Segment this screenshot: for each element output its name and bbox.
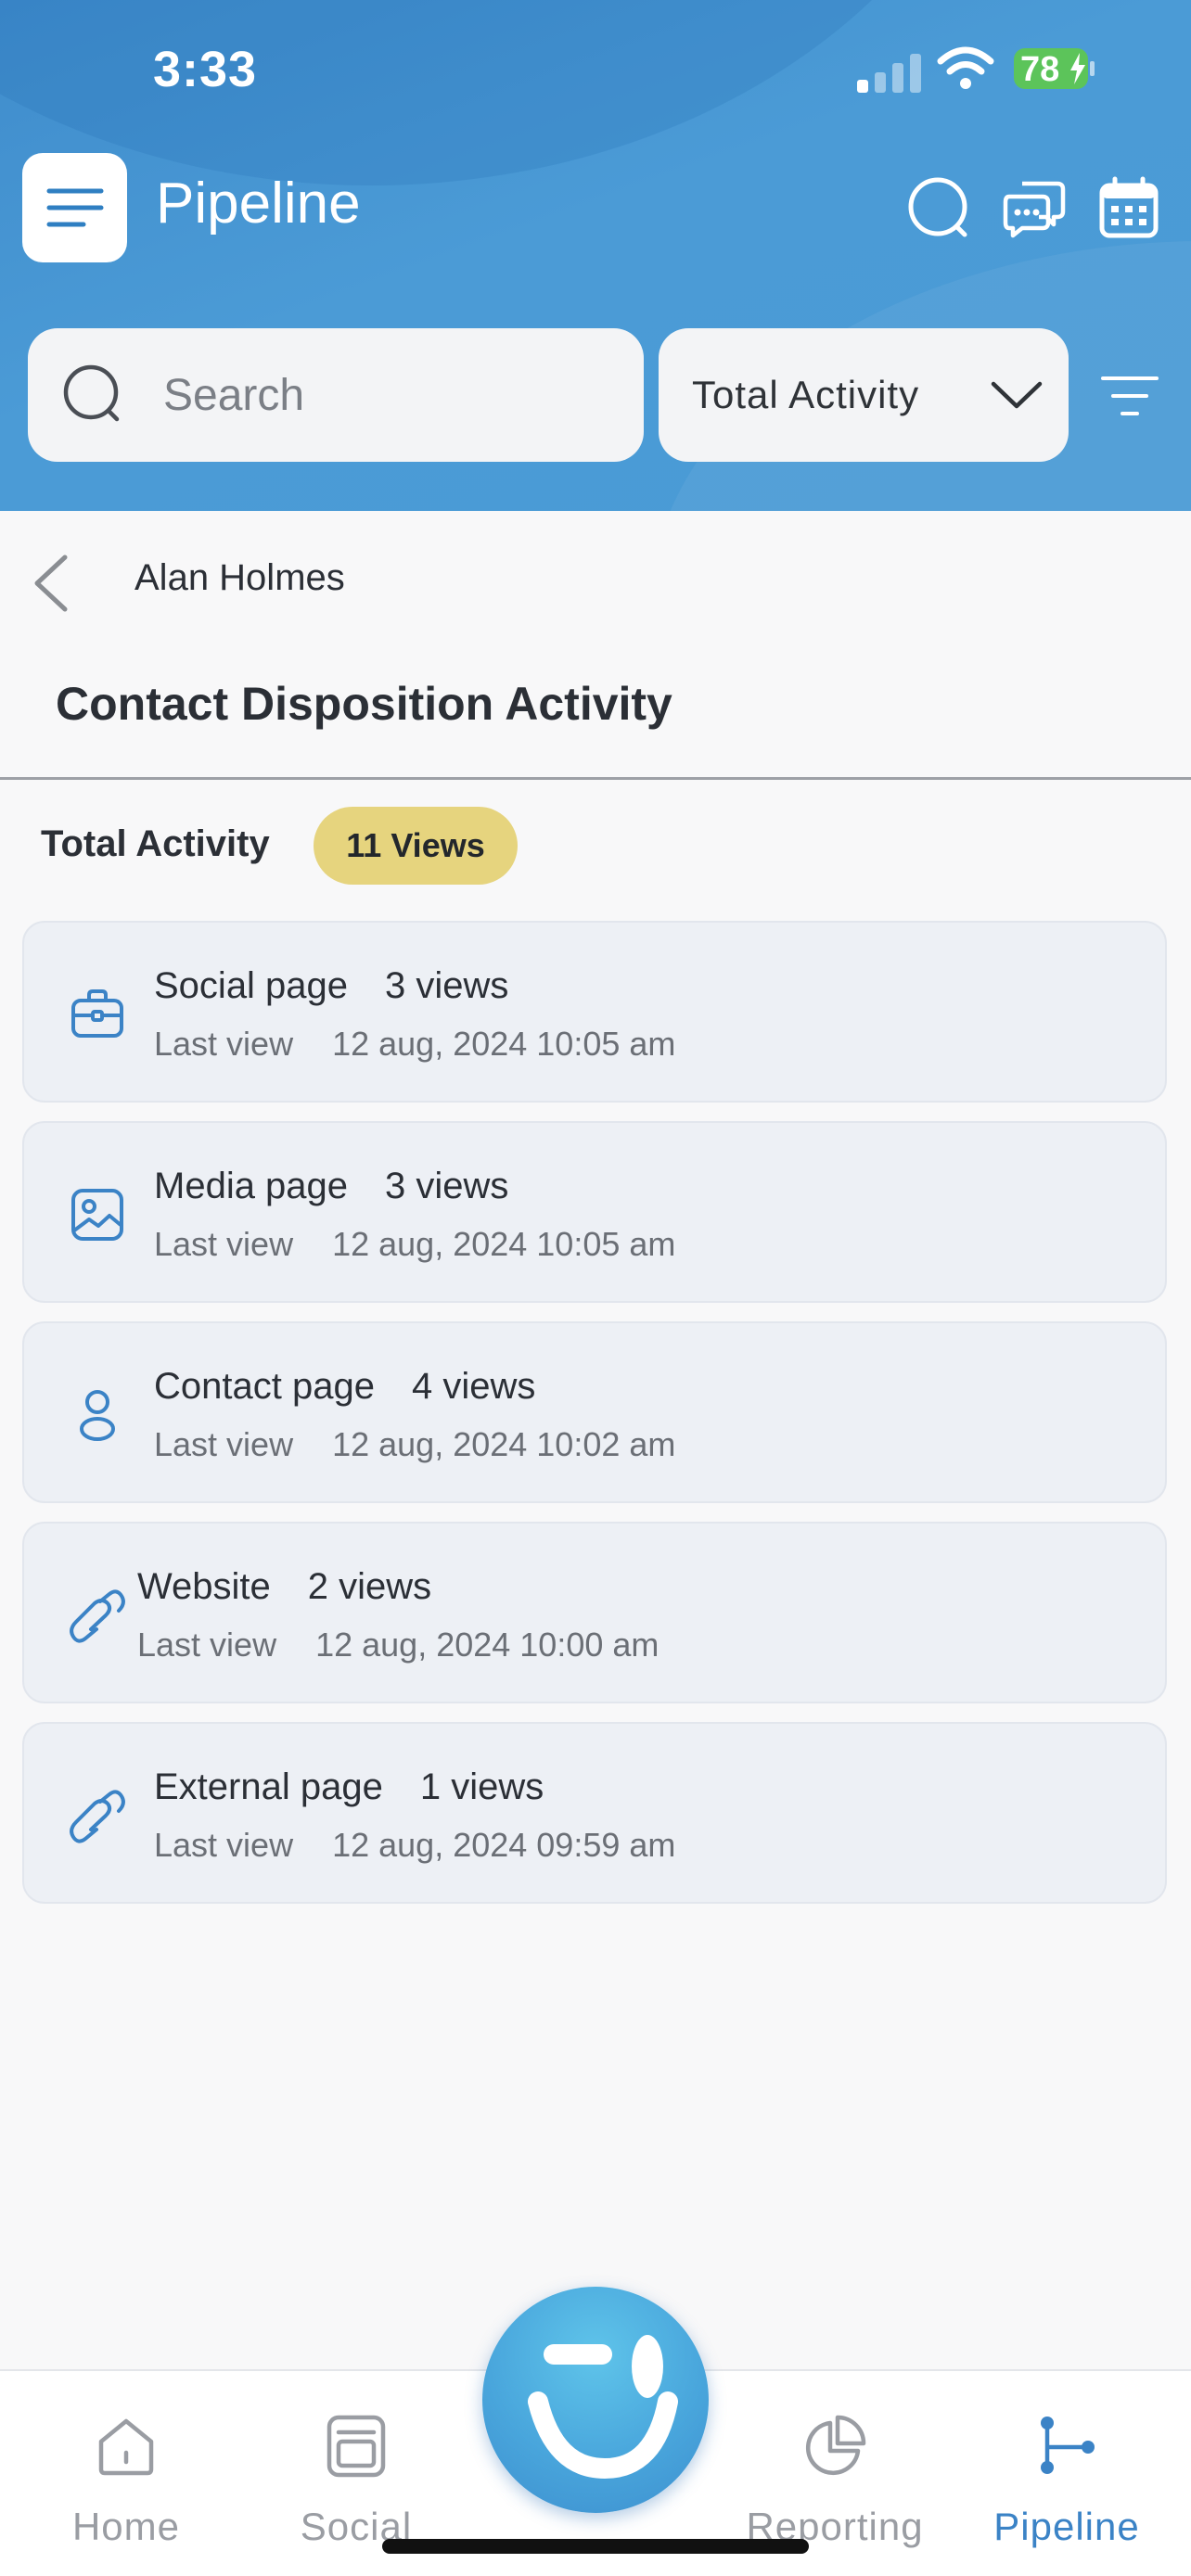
- battery-level: 78: [1020, 50, 1060, 89]
- hamburger-icon: [46, 188, 103, 227]
- last-view-date: 12 aug, 2024 10:05 am: [332, 1225, 676, 1263]
- section-title: Contact Disposition Activity: [56, 678, 672, 730]
- contact-name: Alan Holmes: [134, 557, 345, 598]
- page-title: Pipeline: [156, 172, 361, 236]
- divider: [0, 777, 1191, 780]
- status-time: 3:33: [153, 42, 258, 97]
- last-view-date: 12 aug, 2024 10:02 am: [332, 1425, 676, 1463]
- last-view-label: Last view: [154, 1425, 294, 1463]
- image-icon: [71, 1189, 123, 1241]
- nav-item-pipeline[interactable]: Pipeline: [974, 2371, 1159, 2576]
- menu-button[interactable]: [22, 153, 127, 262]
- home-indicator: [382, 2539, 809, 2554]
- search-icon: [63, 364, 120, 422]
- activity-views: 3 views: [385, 1166, 509, 1206]
- calendar-icon[interactable]: [1096, 176, 1161, 241]
- pie-chart-icon: [805, 2415, 866, 2476]
- activity-page-name: Website: [137, 1566, 271, 1607]
- activity-filter-dropdown[interactable]: Total Activity: [659, 328, 1069, 462]
- search-icon[interactable]: [907, 176, 972, 241]
- battery-icon: 78: [1013, 46, 1096, 91]
- nav-item-home[interactable]: Home: [52, 2371, 200, 2576]
- last-view-label: Last view: [137, 1626, 277, 1664]
- last-view-label: Last view: [154, 1025, 294, 1063]
- pipeline-icon: [1041, 2417, 1095, 2474]
- activity-views: 2 views: [307, 1566, 432, 1607]
- briefcase-icon: [71, 989, 123, 1038]
- views-badge: 11 Views: [314, 807, 518, 885]
- search-placeholder: Search: [163, 370, 305, 420]
- smiley-logo-icon: [528, 2335, 678, 2480]
- link-icon: [70, 1790, 125, 1843]
- last-view-date: 12 aug, 2024 09:59 am: [332, 1826, 676, 1864]
- activity-card[interactable]: Media page 3 views Last view 12 aug, 2024 …: [22, 1121, 1167, 1303]
- filter-icon[interactable]: [1100, 373, 1159, 419]
- activity-views: 3 views: [385, 965, 509, 1006]
- activity-views: 4 views: [411, 1366, 536, 1407]
- wifi-icon: [937, 46, 994, 89]
- app-header: 3:33 78 Pipeline Search Total Activity: [0, 0, 1191, 511]
- home-icon: [98, 2418, 154, 2476]
- activity-page-name: Media page: [154, 1166, 349, 1206]
- nav-label-home: Home: [71, 2505, 181, 2548]
- activity-card[interactable]: Website 2 views Last view 12 aug, 2024 10:…: [22, 1522, 1167, 1703]
- chat-icon[interactable]: [1002, 176, 1067, 241]
- chevron-down-icon: [991, 381, 1043, 409]
- last-view-label: Last view: [154, 1826, 294, 1864]
- back-arrow-icon[interactable]: [30, 554, 70, 613]
- search-input[interactable]: Search: [28, 328, 644, 462]
- activity-page-name: External page: [154, 1766, 383, 1807]
- activity-page-name: Social page: [154, 965, 349, 1006]
- total-activity-label: Total Activity: [41, 823, 270, 864]
- dropdown-selected-value: Total Activity: [692, 373, 920, 416]
- nav-label-pipeline: Pipeline: [993, 2505, 1140, 2548]
- social-icon: [327, 2415, 386, 2478]
- link-icon: [70, 1589, 125, 1643]
- activity-card[interactable]: Social page 3 views Last view 12 aug, 2024…: [22, 921, 1167, 1103]
- activity-views: 1 views: [419, 1766, 544, 1807]
- activity-page-name: Contact page: [154, 1366, 375, 1407]
- activity-card[interactable]: Contact page 4 views Last view 12 aug, 202…: [22, 1321, 1167, 1503]
- last-view-date: 12 aug, 2024 10:05 am: [332, 1025, 676, 1063]
- user-icon: [80, 1390, 115, 1441]
- last-view-date: 12 aug, 2024 10:00 am: [315, 1626, 660, 1664]
- contact-header: Alan Holmes: [0, 511, 1191, 646]
- assistant-fab-button[interactable]: [482, 2287, 709, 2513]
- last-view-label: Last view: [154, 1225, 294, 1263]
- cellular-signal-icon: [857, 52, 922, 93]
- activity-card[interactable]: External page 1 views Last view 12 aug, 20…: [22, 1722, 1167, 1904]
